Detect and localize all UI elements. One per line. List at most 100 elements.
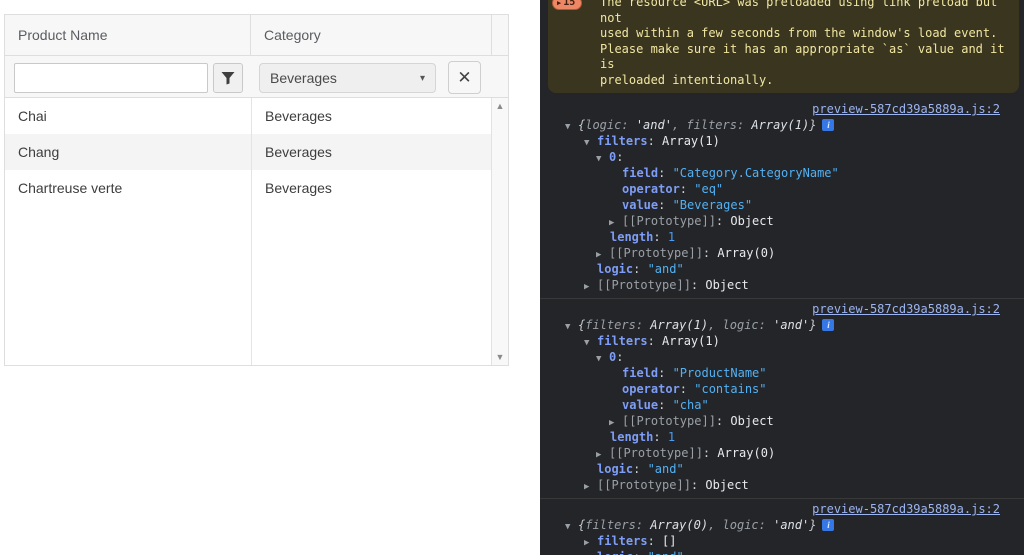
- console-token: [[Prototype]]: [597, 278, 691, 292]
- console-token: Object: [705, 478, 748, 492]
- category-filter-dropdown[interactable]: Beverages ▾: [259, 63, 436, 93]
- console-log-block: preview-587cd39a5889a.js:2▼{filters: Arr…: [540, 499, 1024, 555]
- expand-triangle-icon: ▶: [557, 0, 561, 9]
- console-tree-row: ▶[[Prototype]]: Object: [540, 213, 1024, 229]
- console-tree-row: ▼filters: Array(1): [540, 133, 1024, 149]
- console-token: ,: [708, 518, 722, 532]
- console-tree-row: operator: "eq": [540, 181, 1024, 197]
- warning-repeat-count-badge[interactable]: ▶ 15: [552, 0, 582, 10]
- product-cell[interactable]: Chang: [5, 144, 251, 160]
- console-token: [[Prototype]]: [622, 214, 716, 228]
- console-token: length: [610, 430, 653, 444]
- console-token: :: [658, 166, 672, 180]
- devtools-console: ▶ 15 The resource <URL> was preloaded us…: [540, 0, 1024, 555]
- console-token: Array(1): [662, 334, 720, 348]
- console-token: 'and': [636, 118, 672, 132]
- console-token: 'and': [773, 318, 809, 332]
- category-cell[interactable]: Beverages: [251, 144, 491, 160]
- product-grid: Product Name Category Beverages ▾ ✕: [4, 14, 509, 366]
- console-token: logic: [723, 518, 759, 532]
- header-scrollbar-spacer: [491, 15, 508, 55]
- disclosure-triangle-icon[interactable]: ▼: [565, 319, 578, 335]
- console-token: filters: [597, 534, 648, 548]
- console-token: "Category.CategoryName": [673, 166, 839, 180]
- disclosure-triangle-icon[interactable]: ▼: [596, 151, 609, 167]
- close-icon: ✕: [457, 68, 471, 88]
- info-icon[interactable]: i: [822, 119, 834, 131]
- source-link-row: preview-587cd39a5889a.js:2: [540, 101, 1024, 117]
- warning-line: The resource <URL> was preloaded using l…: [600, 0, 1011, 26]
- console-tree-row: value: "Beverages": [540, 197, 1024, 213]
- console-token: ,: [672, 118, 686, 132]
- console-token: ,: [708, 318, 722, 332]
- warning-line: preloaded intentionally.: [600, 73, 1011, 89]
- disclosure-triangle-icon[interactable]: ▼: [565, 119, 578, 135]
- disclosure-triangle-icon[interactable]: ▼: [596, 351, 609, 367]
- console-token: "and": [648, 550, 684, 555]
- console-token: :: [658, 198, 672, 212]
- table-row[interactable]: Chai Beverages: [5, 98, 491, 134]
- console-token: :: [737, 118, 751, 132]
- vertical-scrollbar[interactable]: ▲ ▼: [491, 98, 508, 365]
- disclosure-triangle-icon[interactable]: ▼: [565, 519, 578, 535]
- scroll-up-icon[interactable]: ▲: [496, 102, 505, 110]
- console-token: "contains": [694, 382, 766, 396]
- console-tree-row: length: 1: [540, 429, 1024, 445]
- source-link[interactable]: preview-587cd39a5889a.js:2: [812, 302, 1000, 316]
- clear-filter-button[interactable]: ✕: [448, 61, 481, 94]
- console-token: :: [703, 446, 717, 460]
- category-cell[interactable]: Beverages: [251, 108, 491, 124]
- info-icon[interactable]: i: [822, 519, 834, 531]
- product-name-filter-input[interactable]: [14, 63, 208, 93]
- console-token: :: [653, 430, 667, 444]
- console-token: Array(0): [717, 446, 775, 460]
- console-token: Object: [705, 278, 748, 292]
- console-tree-row: logic: "and": [540, 461, 1024, 477]
- console-token: filters: [585, 318, 636, 332]
- console-token: Array(1): [662, 134, 720, 148]
- source-link[interactable]: preview-587cd39a5889a.js:2: [812, 502, 1000, 516]
- grid-body: Chai Beverages Chang Beverages Chartreus…: [5, 98, 508, 365]
- column-header-label: Category: [264, 27, 321, 43]
- console-tree-row: logic: "and": [540, 549, 1024, 555]
- source-link-row: preview-587cd39a5889a.js:2: [540, 301, 1024, 317]
- console-log-block: preview-587cd39a5889a.js:2▼{filters: Arr…: [540, 299, 1024, 499]
- console-token: }: [809, 118, 816, 132]
- source-link-row: preview-587cd39a5889a.js:2: [540, 501, 1024, 517]
- column-header-product-name[interactable]: Product Name: [5, 15, 251, 55]
- console-tree-row: ▶[[Prototype]]: Object: [540, 477, 1024, 493]
- console-token: "and": [648, 462, 684, 476]
- console-token: }: [809, 518, 816, 532]
- console-token: :: [680, 182, 694, 196]
- console-tree-row: length: 1: [540, 229, 1024, 245]
- console-tree-row: ▼{logic: 'and', filters: Array(1)}i: [540, 117, 1024, 133]
- warning-text: The resource <URL> was preloaded using l…: [600, 0, 1011, 88]
- column-divider: [251, 98, 252, 365]
- table-row[interactable]: Chartreuse verte Beverages: [5, 170, 491, 206]
- category-cell[interactable]: Beverages: [251, 180, 491, 196]
- product-cell[interactable]: Chartreuse verte: [5, 180, 251, 196]
- console-token: logic: [585, 118, 621, 132]
- console-warning-message: ▶ 15 The resource <URL> was preloaded us…: [548, 0, 1019, 93]
- console-token: Object: [730, 414, 773, 428]
- console-token: :: [703, 246, 717, 260]
- filter-button[interactable]: [213, 63, 243, 93]
- console-token: :: [759, 518, 773, 532]
- scroll-down-icon[interactable]: ▼: [496, 353, 505, 361]
- console-token: :: [658, 366, 672, 380]
- source-link[interactable]: preview-587cd39a5889a.js:2: [812, 102, 1000, 116]
- console-token: field: [622, 166, 658, 180]
- console-token: filters: [597, 334, 648, 348]
- dropdown-selected-value: Beverages: [270, 70, 337, 86]
- console-tree-row: field: "ProductName": [540, 365, 1024, 381]
- console-token: :: [636, 518, 650, 532]
- disclosure-triangle-icon[interactable]: ▶: [584, 479, 597, 495]
- disclosure-triangle-icon[interactable]: ▶: [584, 535, 597, 551]
- product-cell[interactable]: Chai: [5, 108, 251, 124]
- disclosure-triangle-icon[interactable]: ▶: [584, 279, 597, 295]
- info-icon[interactable]: i: [822, 319, 834, 331]
- table-row[interactable]: Chang Beverages: [5, 134, 491, 170]
- console-tree-row: ▼0:: [540, 149, 1024, 165]
- column-header-category[interactable]: Category: [251, 15, 491, 55]
- grid-header-row: Product Name Category: [5, 15, 508, 56]
